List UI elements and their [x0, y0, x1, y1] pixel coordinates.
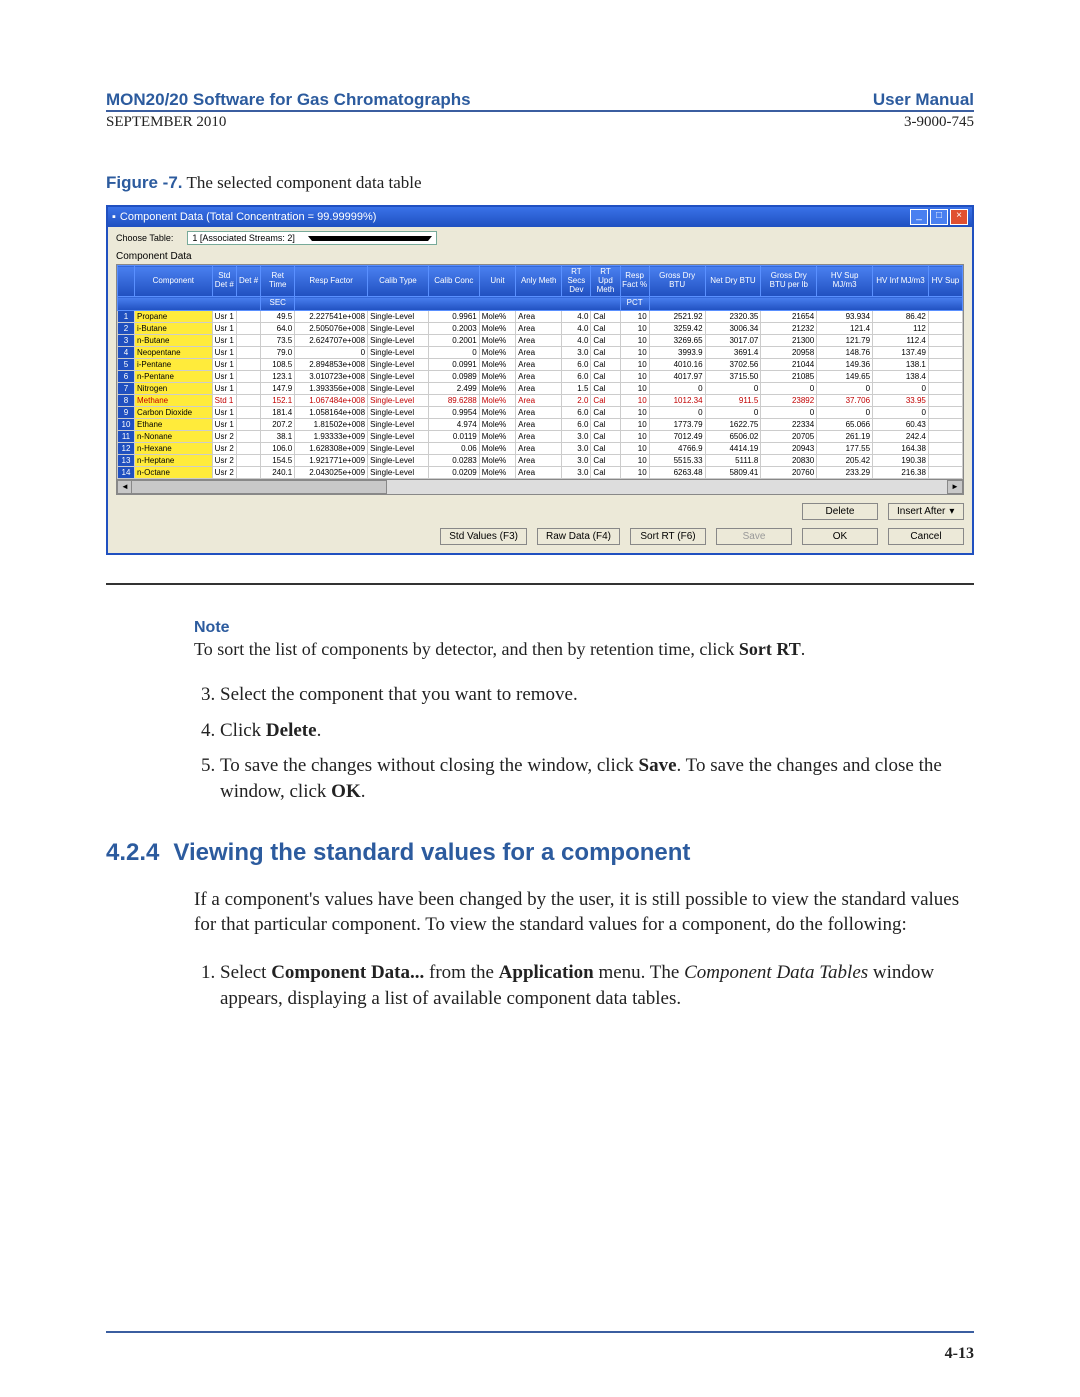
grid-header-cell: Gross Dry BTU — [649, 266, 705, 297]
page-number: 4-13 — [945, 1345, 974, 1363]
minimize-icon[interactable]: _ — [910, 209, 928, 225]
grid-header-cell: RT Secs Dev — [562, 266, 591, 297]
table-row[interactable]: 14n-OctaneUsr 2240.12.043025e+009Single-… — [118, 467, 963, 479]
table-row[interactable]: 5i-PentaneUsr 1108.52.894853e+008Single-… — [118, 359, 963, 371]
grid-header-cell: HV Sup — [928, 266, 962, 297]
page-subheader: SEPTEMBER 2010 3-9000-745 — [106, 114, 974, 131]
table-row[interactable]: 7NitrogenUsr 1147.91.393356e+008Single-L… — [118, 383, 963, 395]
grid-subheader: SECPCT — [118, 297, 963, 311]
section-para: If a component's values have been change… — [194, 887, 974, 938]
sort-rt-button[interactable]: Sort RT (F6) — [630, 528, 706, 545]
note-text: To sort the list of components by detect… — [194, 639, 974, 660]
save-button[interactable]: Save — [716, 528, 792, 545]
cancel-button[interactable]: Cancel — [888, 528, 964, 545]
step-4: Click Delete. — [220, 718, 974, 744]
section-heading: 4.2.4 Viewing the standard values for a … — [106, 839, 974, 867]
grid-header-cell: Ret Time — [261, 266, 295, 297]
grid-section-label: Component Data — [108, 249, 972, 264]
page-footer — [106, 1331, 974, 1333]
table-row[interactable]: 12n-HexaneUsr 2106.01.628308e+009Single-… — [118, 443, 963, 455]
step-5: To save the changes without closing the … — [220, 753, 974, 804]
title-bar: ▪ Component Data (Total Concentration = … — [108, 207, 972, 227]
header-docnum: 3-9000-745 — [904, 114, 974, 131]
table-row[interactable]: 9Carbon DioxideUsr 1181.41.058164e+008Si… — [118, 407, 963, 419]
chevron-down-icon — [308, 236, 432, 241]
header-date: SEPTEMBER 2010 — [106, 114, 226, 131]
chevron-down-icon: ▾ — [949, 506, 954, 517]
component-grid[interactable]: ComponentStd Det #Det #Ret TimeResp Fact… — [116, 264, 964, 480]
figure-label: Figure -7. — [106, 173, 183, 192]
divider — [106, 583, 974, 585]
grid-header-cell: Resp Factor — [295, 266, 368, 297]
table-row[interactable]: 3n-ButaneUsr 173.52.624707e+008Single-Le… — [118, 335, 963, 347]
steps-list-2: Select Component Data... from the Applic… — [194, 960, 974, 1011]
grid-header-cell: Std Det # — [212, 266, 236, 297]
std-values-button[interactable]: Std Values (F3) — [440, 528, 527, 545]
window-title: Component Data (Total Concentration = 99… — [120, 211, 377, 223]
raw-data-button[interactable]: Raw Data (F4) — [537, 528, 620, 545]
grid-header-cell: Component — [134, 266, 212, 297]
maximize-icon[interactable]: □ — [930, 209, 948, 225]
table-row[interactable]: 1PropaneUsr 149.52.227541e+008Single-Lev… — [118, 311, 963, 323]
scroll-right-icon[interactable]: ► — [947, 480, 963, 494]
ok-button[interactable]: OK — [802, 528, 878, 545]
grid-header-cell: HV Sup MJ/m3 — [817, 266, 873, 297]
section-title: Viewing the standard values for a compon… — [173, 839, 690, 867]
insert-after-button[interactable]: Insert After▾ — [888, 503, 964, 520]
figure-caption-text: The selected component data table — [186, 173, 421, 192]
note-label: Note — [194, 619, 230, 636]
grid-header-cell: RT Upd Meth — [591, 266, 620, 297]
close-icon[interactable]: × — [950, 209, 968, 225]
grid-header-cell: Net Dry BTU — [705, 266, 761, 297]
grid-header-cell: HV Inf MJ/m3 — [873, 266, 929, 297]
grid-header-cell: Gross Dry BTU per lb — [761, 266, 817, 297]
scroll-thumb[interactable] — [131, 480, 387, 494]
app-icon: ▪ — [112, 211, 116, 223]
table-row[interactable]: 13n-HeptaneUsr 2154.51.921771e+009Single… — [118, 455, 963, 467]
delete-button[interactable]: Delete — [802, 503, 878, 520]
component-data-window: ▪ Component Data (Total Concentration = … — [106, 205, 974, 555]
note-block: Note To sort the list of components by d… — [194, 619, 974, 660]
choose-table-value: 1 [Associated Streams: 2] — [192, 233, 308, 243]
section-number: 4.2.4 — [106, 839, 159, 867]
table-row[interactable]: 4NeopentaneUsr 179.00Single-Level0Mole%A… — [118, 347, 963, 359]
horizontal-scrollbar[interactable]: ◄ ► — [116, 480, 964, 495]
page-header: MON20/20 Software for Gas Chromatographs… — [106, 90, 974, 112]
grid-header-cell: Det # — [236, 266, 260, 297]
header-doctype: User Manual — [873, 90, 974, 110]
table-row[interactable]: 2i-ButaneUsr 164.02.505076e+008Single-Le… — [118, 323, 963, 335]
grid-header-cell: Calib Type — [368, 266, 429, 297]
grid-header-cell: Anly Meth — [516, 266, 562, 297]
grid-header-cell — [118, 266, 135, 297]
table-row[interactable]: 6n-PentaneUsr 1123.13.010723e+008Single-… — [118, 371, 963, 383]
table-row[interactable]: 11n-NonaneUsr 238.11.93333e+009Single-Le… — [118, 431, 963, 443]
step-1: Select Component Data... from the Applic… — [220, 960, 974, 1011]
grid-header: ComponentStd Det #Det #Ret TimeResp Fact… — [118, 266, 963, 297]
table-row[interactable]: 8MethaneStd 1152.11.067484e+008Single-Le… — [118, 395, 963, 407]
grid-header-cell: Unit — [479, 266, 515, 297]
header-product: MON20/20 Software for Gas Chromatographs — [106, 90, 471, 110]
choose-table-label: Choose Table: — [116, 233, 173, 243]
choose-table-dropdown[interactable]: 1 [Associated Streams: 2] — [187, 231, 437, 245]
step-3: Select the component that you want to re… — [220, 682, 974, 708]
grid-header-cell: Resp Fact % — [620, 266, 649, 297]
grid-header-cell: Calib Conc — [428, 266, 479, 297]
table-row[interactable]: 10EthaneUsr 1207.21.81502e+008Single-Lev… — [118, 419, 963, 431]
steps-list: Select the component that you want to re… — [194, 682, 974, 805]
figure-caption: Figure -7. The selected component data t… — [106, 173, 974, 193]
